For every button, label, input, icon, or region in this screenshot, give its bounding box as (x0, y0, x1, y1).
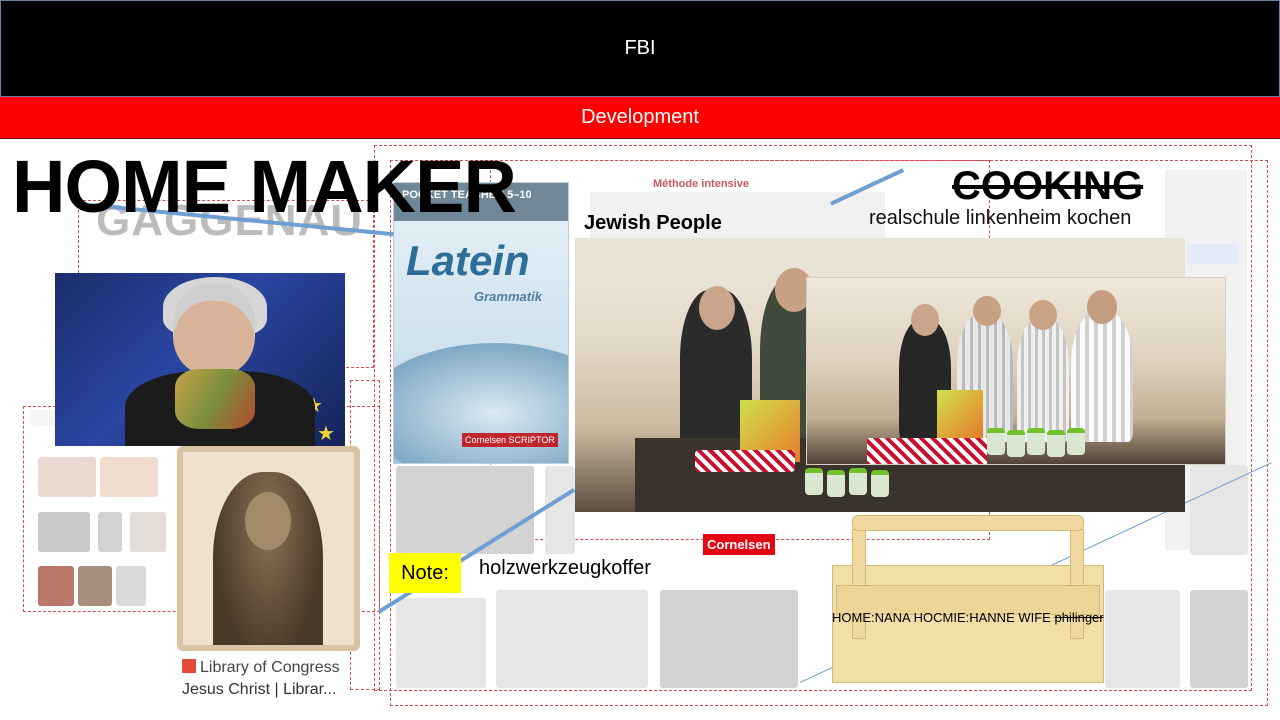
jewish-people-label: Jewish People (584, 212, 722, 234)
thumbnail[interactable] (98, 512, 122, 552)
thumbnail[interactable] (38, 512, 90, 552)
library-title: Jesus Christ | Librar... (182, 681, 337, 698)
development-label: Development (581, 106, 699, 128)
gallery-tile (660, 590, 798, 688)
family-note-text: HOME:NANA HOCMIE:HANNE WIFE (832, 610, 1055, 625)
thumbnail[interactable] (116, 566, 146, 606)
cooking-heading: COOKING (952, 164, 1144, 208)
gallery-tile (1105, 590, 1180, 688)
gallery-tile (496, 590, 648, 688)
sign-in-button[interactable] (1187, 244, 1239, 264)
publisher-badge: Cornelsen SCRIPTOR (462, 433, 558, 447)
cooking-subtitle: realschule linkenheim kochen (869, 207, 1132, 229)
note-badge: Note: (389, 553, 461, 593)
thumbnail[interactable] (38, 457, 96, 497)
family-note: HOME:NANA HOCMIE:HANNE WIFE philinger (832, 610, 1104, 625)
note-text: holzwerkzeugkoffer (479, 557, 651, 579)
book-subtitle: Grammatik (474, 289, 542, 304)
cornelsen-logo: Cornelsen (703, 534, 775, 555)
gallery-tile (1190, 590, 1248, 688)
methode-label: Méthode intensive (653, 178, 749, 190)
thumbnail[interactable] (38, 566, 74, 606)
top-title: FBI (624, 37, 656, 59)
library-source: Library of Congress (200, 659, 340, 676)
library-caption[interactable]: Library of Congress Jesus Christ | Libra… (182, 659, 340, 699)
thumbnail[interactable] (100, 457, 158, 497)
development-banner: Development (0, 97, 1280, 139)
gallery-tile (396, 598, 486, 688)
book-title: Latein (406, 237, 530, 284)
home-maker-heading: HOME MAKER (12, 145, 517, 228)
family-note-struck: philinger (1054, 610, 1104, 625)
portrait-photo: ★ ★ ★ ★ ★ (55, 273, 345, 446)
jesus-engraving[interactable] (177, 446, 360, 651)
kitchen-photo-overlay (806, 277, 1226, 465)
thumbnail[interactable] (78, 566, 112, 606)
top-title-bar: FBI (0, 0, 1280, 97)
wooden-toolbox (832, 515, 1104, 683)
gallery-tile (545, 466, 575, 554)
gallery-tile (396, 466, 534, 554)
gallery-tile (1190, 465, 1248, 555)
thumbnail[interactable] (130, 512, 166, 552)
library-of-congress-icon (182, 659, 196, 673)
